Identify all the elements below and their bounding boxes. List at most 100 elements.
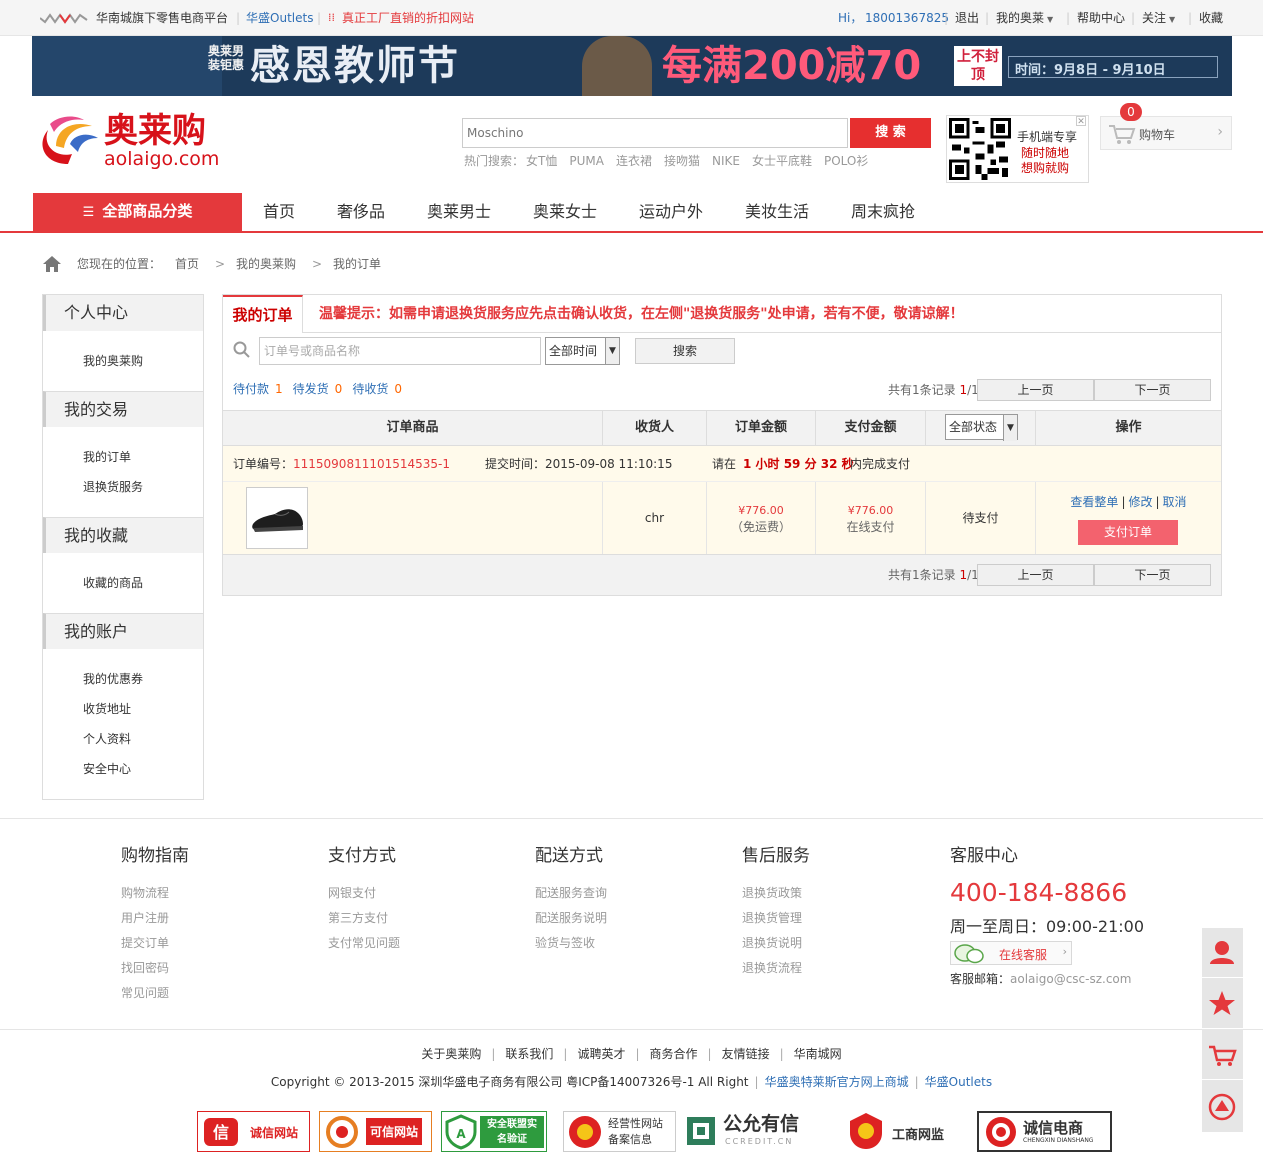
nav-item-luxury[interactable]: 奢侈品 <box>337 193 385 231</box>
sidebar-item-address[interactable]: 收货地址 <box>83 701 131 717</box>
nav-item-sports[interactable]: 运动户外 <box>639 193 703 231</box>
business-link[interactable]: 商务合作 <box>650 1047 698 1061</box>
sidebar-item-coupons[interactable]: 我的优惠券 <box>83 671 143 687</box>
status-filter-select[interactable]: 全部状态 ▼ <box>945 414 1018 441</box>
badge-ccredit[interactable]: 公允有信 CCREDIT.CN <box>683 1111 813 1152</box>
nav-item-beauty[interactable]: 美妆生活 <box>745 193 809 231</box>
cart-float-button[interactable] <box>1202 1030 1243 1080</box>
search-icon <box>233 341 250 358</box>
user-center-button[interactable] <box>1202 928 1243 978</box>
filter-pending-ship[interactable]: 待发货 <box>293 382 329 396</box>
footer-link[interactable]: 找回密码 <box>121 956 189 981</box>
jobs-link[interactable]: 诚聘英才 <box>577 1047 625 1061</box>
prev-page-button[interactable]: 上一页 <box>977 564 1094 586</box>
nav-item-weekend[interactable]: 周末疯抢 <box>851 193 915 231</box>
about-link[interactable]: 关于奥莱购 <box>421 1047 481 1061</box>
online-service-button[interactable]: 在线客服 › <box>950 941 1072 965</box>
badge-aic-supervision[interactable]: 工商网监 <box>846 1111 952 1152</box>
search-input[interactable]: Moschino <box>462 118 848 148</box>
cancel-order-link[interactable]: 取消 <box>1163 495 1187 509</box>
close-icon[interactable]: ✕ <box>1076 116 1086 127</box>
modify-order-link[interactable]: 修改 <box>1128 495 1152 509</box>
order-search-button[interactable]: 搜索 <box>635 338 735 364</box>
footer-link[interactable]: 验货与签收 <box>535 931 607 956</box>
hot-word[interactable]: PUMA <box>569 154 604 168</box>
sidebar-item-returns[interactable]: 退换货服务 <box>83 479 143 495</box>
order-no[interactable]: 1115090811101514535-1 <box>293 446 450 482</box>
favorite-link[interactable]: 收藏 <box>1199 10 1223 26</box>
help-center-link[interactable]: 帮助中心 <box>1077 10 1125 26</box>
product-image[interactable] <box>246 487 308 549</box>
nav-item-women[interactable]: 奥莱女士 <box>533 193 597 231</box>
hot-word[interactable]: NIKE <box>712 154 740 168</box>
filter-pending-receive[interactable]: 待收货 <box>352 382 388 396</box>
prev-page-button[interactable]: 上一页 <box>977 379 1094 401</box>
greeting: Hi， <box>838 11 863 25</box>
time-filter-select[interactable]: 全部时间 ▼ <box>545 337 620 365</box>
next-page-button[interactable]: 下一页 <box>1094 564 1211 586</box>
footer-link[interactable]: 配送服务查询 <box>535 881 607 906</box>
hot-word[interactable]: 女士平底鞋 <box>752 154 812 168</box>
user-phone-link[interactable]: 18001367825 <box>865 10 949 26</box>
footer-link[interactable]: 网银支付 <box>328 881 400 906</box>
my-aolai-menu[interactable]: 我的奥莱 ▼ <box>996 10 1053 28</box>
sidebar-item-my-aolai[interactable]: 我的奥莱购 <box>83 353 143 369</box>
sidebar-item-favorites[interactable]: 收藏的商品 <box>83 575 143 591</box>
favorites-button[interactable] <box>1202 979 1243 1029</box>
csc-link[interactable]: 华南城网 <box>794 1047 842 1061</box>
sidebar-item-my-orders[interactable]: 我的订单 <box>83 449 131 465</box>
hot-word[interactable]: 接吻猫 <box>664 154 700 168</box>
badge-honest-ecommerce[interactable]: 诚信电商 CHENGXIN DIANSHANG <box>977 1111 1112 1152</box>
order-search-input[interactable]: 订单号或商品名称 <box>259 337 541 365</box>
tab-my-orders[interactable]: 我的订单 <box>223 295 303 333</box>
hot-word[interactable]: 女T恤 <box>526 154 557 168</box>
site-logo[interactable]: 奥莱购 aolaigo.com <box>32 110 232 174</box>
badge-trusted-site[interactable]: 信 诚信网站 <box>197 1111 310 1152</box>
footer-link[interactable]: 购物流程 <box>121 881 189 906</box>
sidebar-group-title: 我的账户 <box>43 613 203 649</box>
badge-icp-record[interactable]: 经营性网站备案信息 <box>563 1111 676 1152</box>
view-order-link[interactable]: 查看整单 <box>1070 495 1118 509</box>
logout-link[interactable]: 退出 <box>955 10 979 26</box>
badge-xin-icon: 信 <box>204 1118 238 1146</box>
next-page-button[interactable]: 下一页 <box>1094 379 1211 401</box>
cart-button[interactable]: 0 购物车 › <box>1100 103 1232 150</box>
official-store-link[interactable]: 华盛奥特莱斯官方网上商城 <box>765 1075 909 1089</box>
chat-bubble-icon <box>954 944 984 964</box>
breadcrumb-label: 您现在的位置： <box>77 257 162 271</box>
back-to-top-button[interactable] <box>1202 1081 1243 1131</box>
filter-pending-pay[interactable]: 待付款 <box>233 382 269 396</box>
footer-link[interactable]: 支付常见问题 <box>328 931 400 956</box>
footer-link[interactable]: 提交订单 <box>121 931 189 956</box>
breadcrumb-home[interactable]: 首页 <box>175 254 199 274</box>
sidebar-item-profile[interactable]: 个人资料 <box>83 731 131 747</box>
outlets-footer-link[interactable]: 华盛Outlets <box>925 1075 992 1089</box>
service-mail-address[interactable]: aolaigo@csc-sz.com <box>1010 972 1131 986</box>
footer-link[interactable]: 退换货管理 <box>742 906 810 931</box>
search-button[interactable]: 搜 索 <box>850 118 931 148</box>
pay-order-button[interactable]: 支付订单 <box>1078 520 1178 545</box>
badge-credible-site[interactable]: 可信网站 <box>319 1111 432 1152</box>
follow-menu[interactable]: 关注 ▼ <box>1142 10 1175 28</box>
nav-item-home[interactable]: 首页 <box>263 193 295 231</box>
hot-word[interactable]: 连衣裙 <box>616 154 652 168</box>
footer-link[interactable]: 常见问题 <box>121 981 189 1006</box>
friend-links-link[interactable]: 友情链接 <box>722 1047 770 1061</box>
nav-item-men[interactable]: 奥莱男士 <box>427 193 491 231</box>
slogan-link[interactable]: 真正工厂直销的折扣网站 <box>342 10 474 26</box>
footer-link[interactable]: 配送服务说明 <box>535 906 607 931</box>
footer-link[interactable]: 退换货说明 <box>742 931 810 956</box>
promo-banner[interactable]: 奥莱男装钜惠 感恩教师节 每满200减70 上不封顶 时间：9月8日 - 9月1… <box>32 36 1232 96</box>
contact-link[interactable]: 联系我们 <box>505 1047 553 1061</box>
footer-link[interactable]: 退换货流程 <box>742 956 810 981</box>
footer-link[interactable]: 第三方支付 <box>328 906 400 931</box>
breadcrumb-my-aolai[interactable]: 我的奥莱购 <box>236 254 296 274</box>
sidebar-item-security[interactable]: 安全中心 <box>83 761 131 777</box>
badge-security-alliance[interactable]: A 安全联盟实名验证 <box>441 1111 547 1152</box>
footer-link[interactable]: 用户注册 <box>121 906 189 931</box>
outlets-link[interactable]: 华盛Outlets <box>246 10 313 26</box>
footer-link[interactable]: 退换货政策 <box>742 881 810 906</box>
all-categories-button[interactable]: ☰ 全部商品分类 <box>33 193 242 233</box>
banner-model-image <box>582 36 652 96</box>
hot-word[interactable]: POLO衫 <box>824 154 868 168</box>
